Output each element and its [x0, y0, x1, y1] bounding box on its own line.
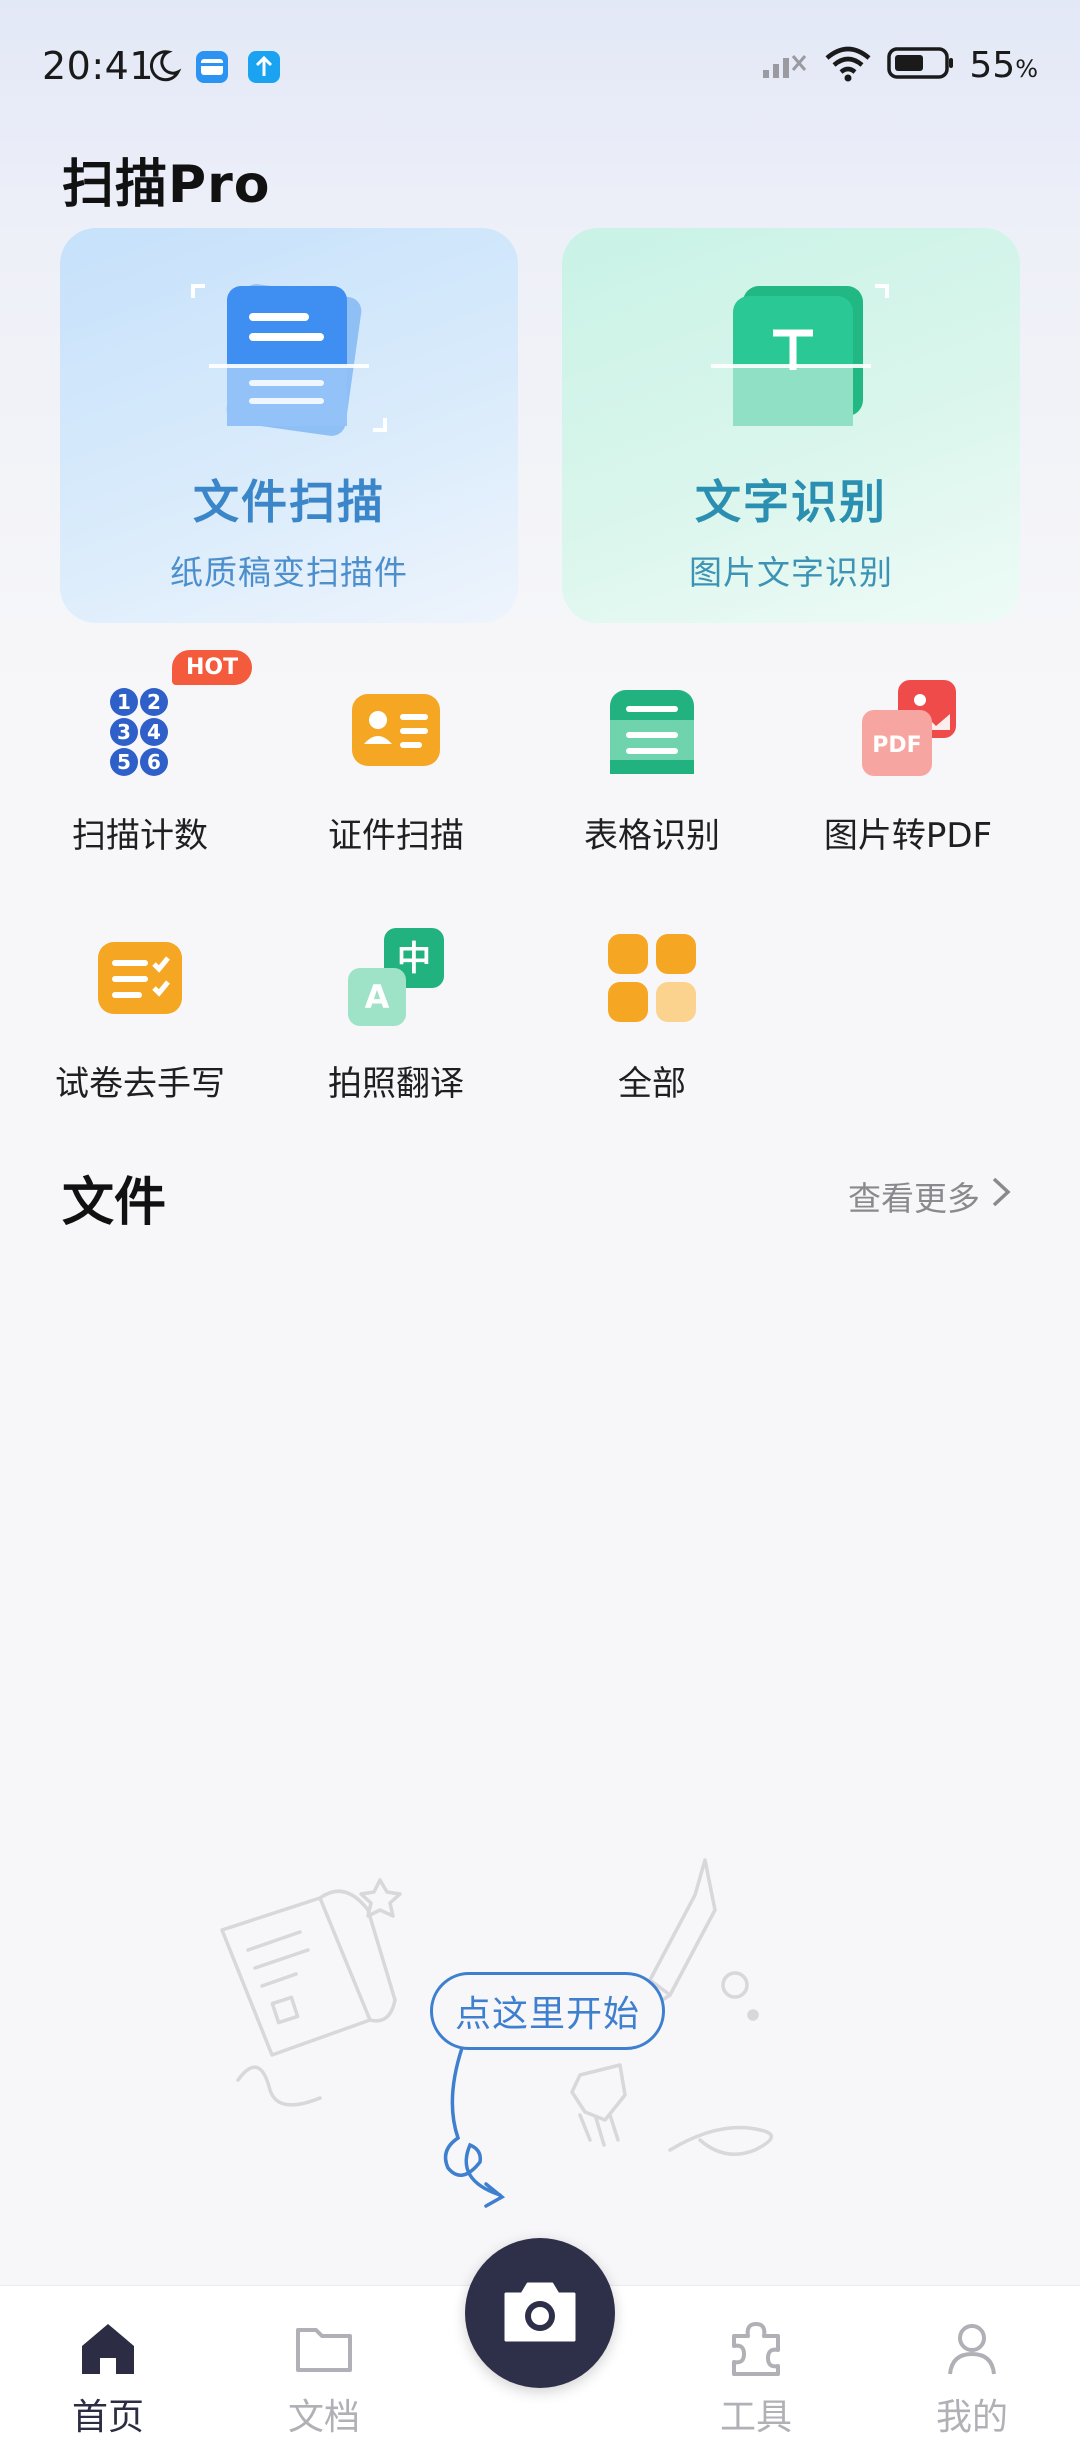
- svg-text:6: 6: [147, 750, 161, 774]
- document-scan-title: 文件扫描: [193, 475, 385, 529]
- status-right: 55%: [761, 44, 1038, 86]
- svg-text:PDF: PDF: [872, 733, 921, 758]
- wifi-icon: [823, 44, 873, 86]
- battery-percent: 55%: [969, 44, 1038, 86]
- user-icon: [940, 2316, 1004, 2380]
- tab-documents[interactable]: 文档: [264, 2316, 384, 2440]
- camera-button[interactable]: [465, 2238, 615, 2388]
- puzzle-icon: [724, 2316, 788, 2380]
- chevron-right-icon: [990, 1175, 1012, 1217]
- text-recognition-title: 文字识别: [695, 475, 887, 529]
- svg-text:2: 2: [147, 690, 161, 714]
- folder-icon: [292, 2316, 356, 2380]
- view-more-link[interactable]: 查看更多: [848, 1172, 1012, 1220]
- tool-image-to-pdf[interactable]: PDF 图片转PDF: [778, 680, 1038, 880]
- id-card-icon: [346, 680, 446, 780]
- svg-text:3: 3: [117, 720, 131, 744]
- tab-label: 我的: [935, 2397, 1008, 2438]
- tool-label: 表格识别: [584, 816, 720, 856]
- hot-badge: HOT: [172, 650, 253, 685]
- svg-text:A: A: [365, 978, 390, 1016]
- text-recognition-subtitle: 图片文字识别: [689, 553, 893, 592]
- tool-label: 拍照翻译: [328, 1064, 464, 1104]
- start-hint-bubble[interactable]: 点这里开始: [430, 1972, 666, 2050]
- translate-icon: 中 A: [346, 928, 446, 1028]
- svg-text:4: 4: [147, 720, 161, 744]
- document-scan-icon: [189, 268, 389, 448]
- svg-text:1: 1: [117, 690, 131, 714]
- home-icon: [76, 2316, 140, 2380]
- svg-text:5: 5: [117, 750, 131, 774]
- tool-id-scan[interactable]: 证件扫描: [266, 680, 526, 880]
- tab-label: 工具: [719, 2397, 792, 2438]
- view-more-label: 查看更多: [848, 1179, 980, 1218]
- tool-label: 试卷去手写: [55, 1064, 225, 1104]
- tab-home[interactable]: 首页: [48, 2316, 168, 2440]
- tab-tools[interactable]: 工具: [696, 2316, 816, 2440]
- document-scan-card[interactable]: 文件扫描 纸质稿变扫描件: [60, 228, 518, 623]
- tool-scan-count[interactable]: 1 2 3 4 5 6 扫描计数: [10, 680, 270, 880]
- battery-icon: [887, 45, 955, 85]
- tool-label: 图片转PDF: [823, 816, 993, 856]
- tab-mine[interactable]: 我的: [912, 2316, 1032, 2440]
- image-to-pdf-icon: PDF: [858, 680, 958, 780]
- empty-state: 点这里开始: [200, 1850, 880, 2230]
- tool-table-recognition[interactable]: 表格识别: [522, 680, 782, 880]
- camera-icon: [500, 2276, 580, 2350]
- files-section-title: 文件: [62, 1173, 167, 1233]
- number-count-icon: 1 2 3 4 5 6: [90, 680, 190, 780]
- table-icon: [602, 680, 702, 780]
- tool-remove-handwriting[interactable]: 试卷去手写: [10, 928, 270, 1128]
- status-time: 20:41: [42, 44, 155, 88]
- tab-label: 文档: [287, 2397, 360, 2438]
- tool-label: 全部: [618, 1064, 686, 1104]
- tool-label: 扫描计数: [72, 816, 208, 856]
- signal-icon: [761, 46, 809, 84]
- moon-icon: [146, 48, 182, 88]
- tool-all[interactable]: 全部: [522, 928, 782, 1128]
- text-recognition-icon: [691, 268, 891, 448]
- all-apps-icon: [602, 928, 702, 1028]
- text-recognition-card[interactable]: 文字识别 图片文字识别: [562, 228, 1020, 623]
- app-title: 扫描Pro: [62, 155, 271, 215]
- wallet-app-icon: [195, 50, 229, 88]
- upload-app-icon: [247, 50, 281, 88]
- document-scan-subtitle: 纸质稿变扫描件: [170, 553, 408, 592]
- tab-label: 首页: [71, 2397, 144, 2438]
- tool-label: 证件扫描: [328, 816, 464, 856]
- tool-photo-translate[interactable]: 中 A 拍照翻译: [266, 928, 526, 1128]
- exam-paper-icon: [90, 928, 190, 1028]
